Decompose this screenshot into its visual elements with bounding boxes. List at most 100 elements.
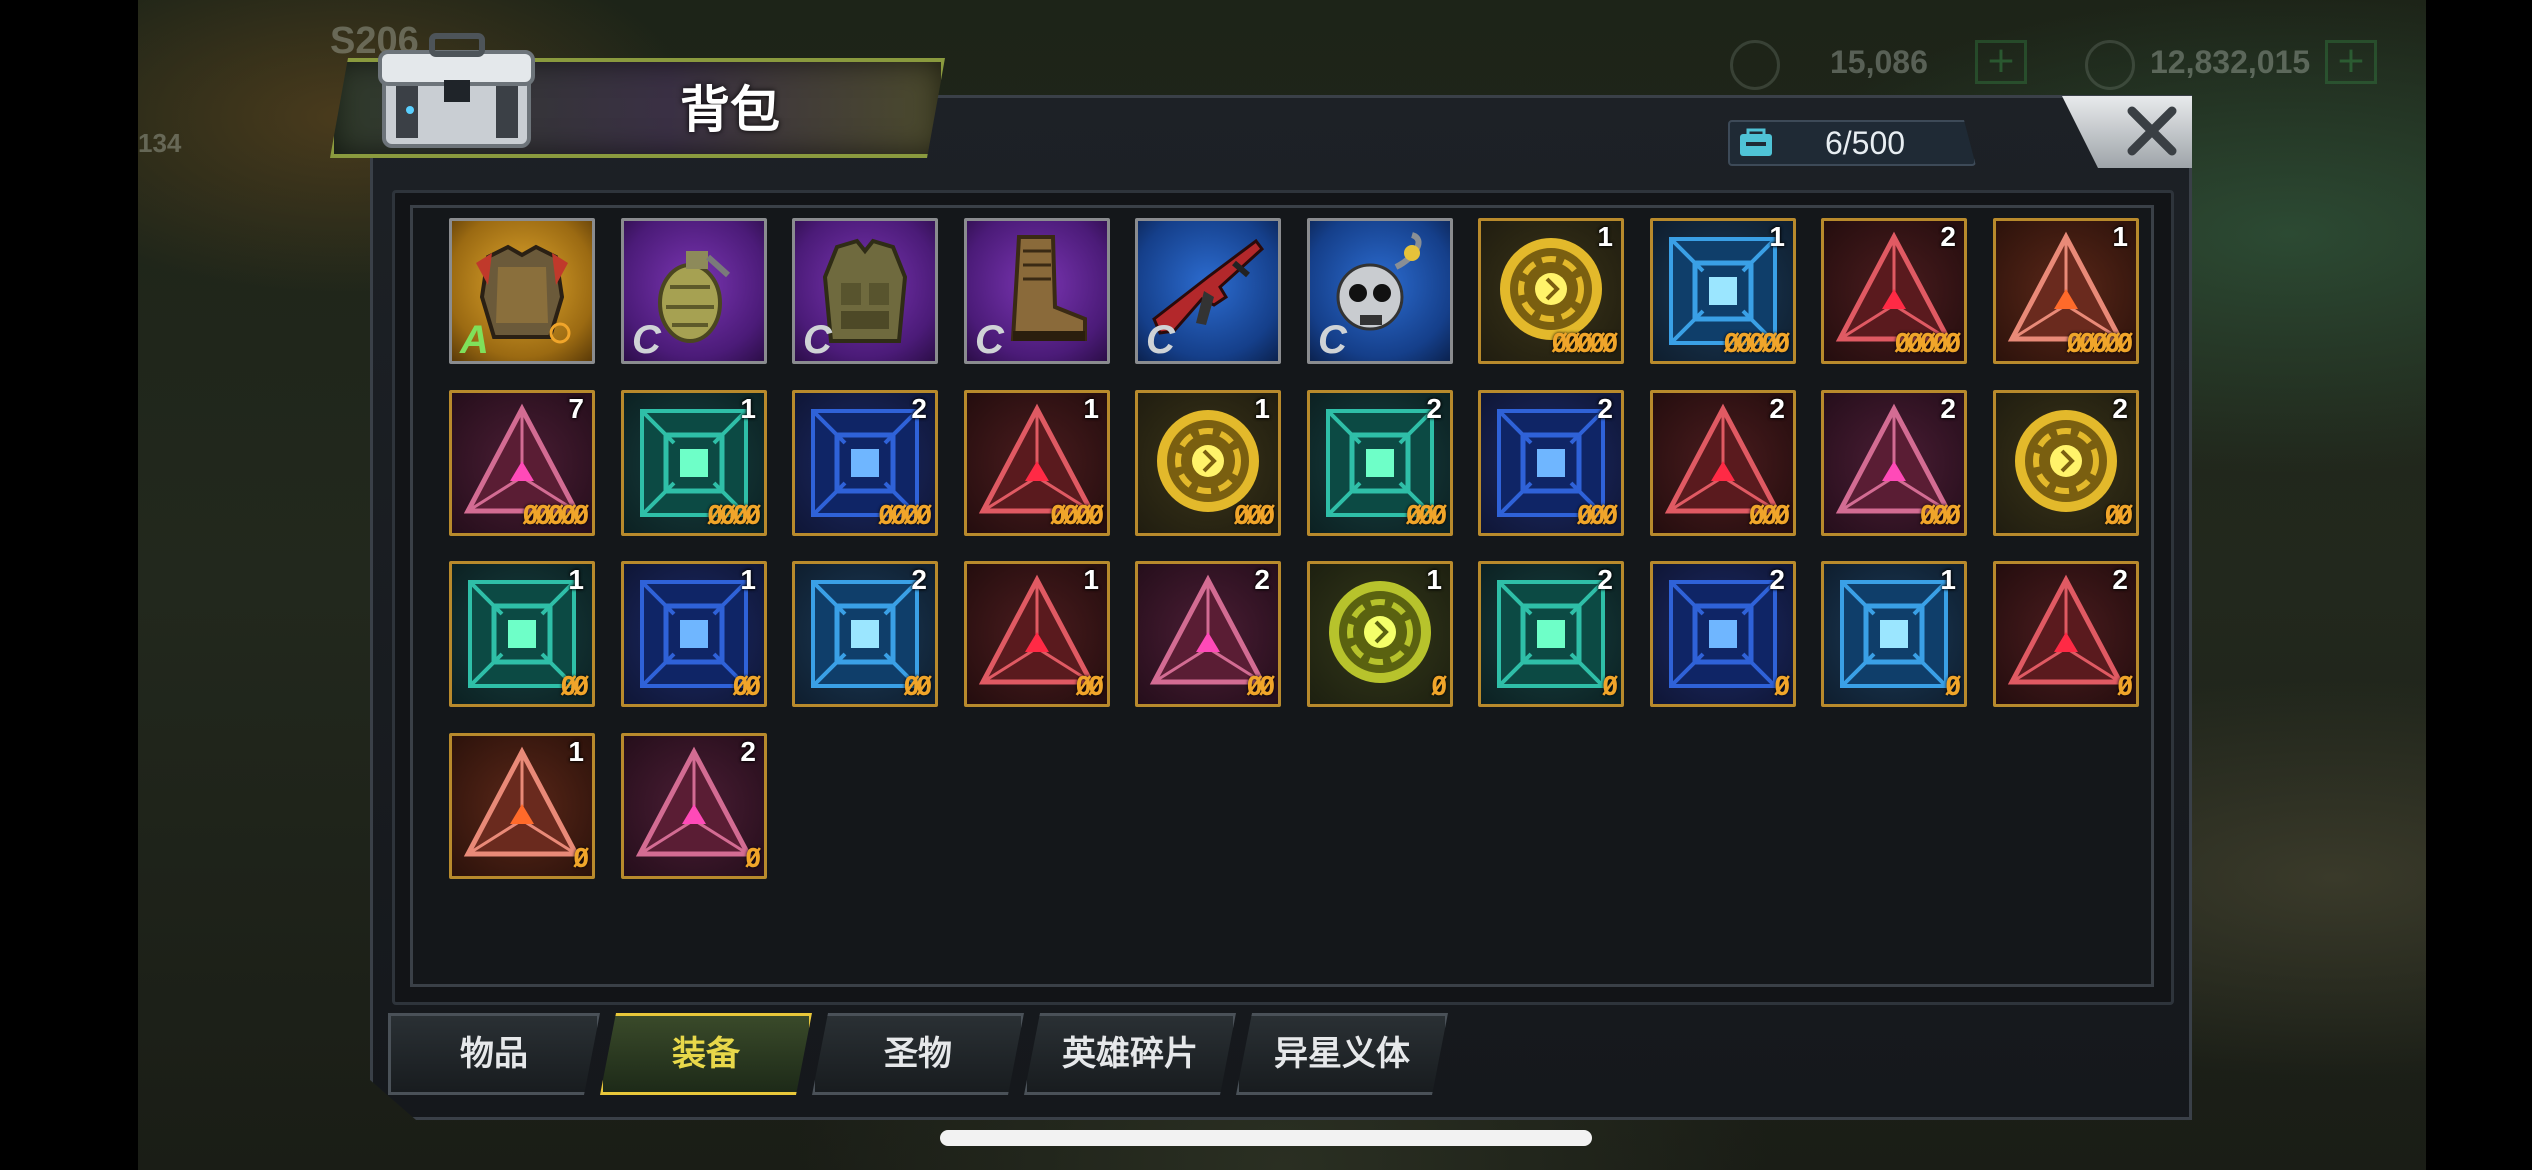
teal-chip-icon [1487, 570, 1615, 698]
item-count: 1 [568, 736, 584, 767]
tab-relics[interactable]: 圣物 [812, 1013, 1024, 1095]
item-count: 2 [2112, 393, 2128, 424]
item-count: 1 [1083, 564, 1099, 595]
item-slot[interactable]: 2 ØØØ [1307, 390, 1453, 536]
item-count: 2 [1597, 393, 1613, 424]
item-count: 2 [911, 564, 927, 595]
star-rating: ØØ [903, 672, 932, 702]
tab-equipment[interactable]: 装备 [600, 1013, 812, 1095]
item-count: 2 [1254, 564, 1270, 595]
item-count: 1 [1254, 393, 1270, 424]
item-slot[interactable]: 1 ØØØØØ [1650, 218, 1796, 364]
item-count: 2 [740, 736, 756, 767]
star-rating: ØØØØ [878, 501, 932, 531]
item-count: 2 [1940, 393, 1956, 424]
item-slot[interactable]: 1Ø [1307, 561, 1453, 707]
star-rating: ØØØØØ [522, 501, 589, 531]
star-rating: Ø [1602, 672, 1618, 702]
item-slot[interactable]: 2 ØØ [1993, 390, 2139, 536]
grade-badge: C [632, 318, 661, 362]
item-slot[interactable]: 2 ØØØ [1650, 390, 1796, 536]
item-count: 2 [1597, 564, 1613, 595]
item-slot[interactable]: 2 ØØØ [1478, 390, 1624, 536]
item-slot[interactable]: C [621, 218, 767, 364]
item-slot[interactable]: 2Ø [621, 733, 767, 879]
star-rating: ØØ [1246, 672, 1275, 702]
item-count: 2 [1426, 393, 1442, 424]
blue-chip-icon [1830, 570, 1958, 698]
item-count: 1 [1597, 221, 1613, 252]
item-slot[interactable]: 2 ØØ [792, 561, 938, 707]
item-slot[interactable]: 1 ØØØØ [964, 390, 1110, 536]
tab-hero-fragments[interactable]: 英雄碎片 [1024, 1013, 1236, 1095]
item-slot[interactable]: 1 ØØ [449, 561, 595, 707]
star-rating: ØØ [732, 672, 761, 702]
item-count: 1 [1426, 564, 1442, 595]
star-rating: ØØ [560, 672, 589, 702]
star-rating: ØØØ [1920, 501, 1961, 531]
item-count: 2 [2112, 564, 2128, 595]
tab-items[interactable]: 物品 [388, 1013, 600, 1095]
grade-badge: C [803, 318, 832, 362]
home-indicator[interactable] [940, 1130, 1592, 1146]
item-slot[interactable]: 2Ø [1650, 561, 1796, 707]
item-count: 1 [2112, 221, 2128, 252]
item-slot[interactable]: 1 ØØØØØ [1478, 218, 1624, 364]
bag-capacity-icon [1740, 128, 1772, 156]
star-rating: ØØØØØ [1723, 329, 1790, 359]
resource-2-value: 12,832,015 [2150, 44, 2311, 80]
item-count: 7 [568, 393, 584, 424]
item-count: 2 [1769, 564, 1785, 595]
tab-alien-implants[interactable]: 异星义体 [1236, 1013, 1448, 1095]
resource-1-add-icon: + [1975, 40, 2027, 84]
star-rating: ØØØØØ [1551, 329, 1618, 359]
grade-badge: C [1146, 318, 1175, 362]
grade-badge: C [1318, 318, 1347, 362]
item-slot[interactable]: C [1307, 218, 1453, 364]
item-slot[interactable]: 2 ØØ [1135, 561, 1281, 707]
item-count: 2 [1940, 221, 1956, 252]
blue-run-chip-icon [1659, 570, 1787, 698]
item-slot[interactable]: C [964, 218, 1110, 364]
item-slot[interactable]: 1Ø [449, 733, 595, 879]
item-slot[interactable]: 1 ØØ [964, 561, 1110, 707]
star-rating: Ø [1945, 672, 1961, 702]
capacity-count: 6/500 [1824, 125, 1906, 161]
star-rating: ØØØ [1749, 501, 1790, 531]
item-count: 1 [568, 564, 584, 595]
item-slot[interactable]: 2 ØØØØ [792, 390, 938, 536]
item-slot[interactable]: 1 ØØ [621, 561, 767, 707]
item-slot[interactable]: 2 ØØØ [1821, 390, 1967, 536]
item-count: 1 [1769, 221, 1785, 252]
item-slot[interactable]: 1 ØØØØØ [1993, 218, 2139, 364]
star-rating: ØØØØ [1050, 501, 1104, 531]
item-slot[interactable]: 7 ØØØØØ [449, 390, 595, 536]
item-slot[interactable]: 2 ØØØØØ [1821, 218, 1967, 364]
resource-2-icon [2085, 40, 2135, 90]
star-rating: ØØØ [1234, 501, 1275, 531]
resource-2-add-icon: + [2325, 40, 2377, 84]
star-rating: Ø [1774, 672, 1790, 702]
item-slot[interactable]: 1 ØØØ [1135, 390, 1281, 536]
resource-1-value: 15,086 [1830, 44, 1928, 80]
item-count: 1 [1083, 393, 1099, 424]
grade-badge: C [975, 318, 1004, 362]
item-slot[interactable]: C [792, 218, 938, 364]
item-count: 1 [740, 564, 756, 595]
item-slot[interactable]: C [1135, 218, 1281, 364]
item-count: 2 [911, 393, 927, 424]
item-slot[interactable]: 2Ø [1478, 561, 1624, 707]
green-chip-icon [1316, 570, 1444, 698]
close-icon[interactable] [2124, 103, 2180, 159]
item-slot[interactable]: 1 ØØØØ [621, 390, 767, 536]
item-slot[interactable]: 1Ø [1821, 561, 1967, 707]
resource-1-icon [1730, 40, 1780, 90]
grade-badge: A [460, 318, 489, 362]
star-rating: ØØØØØ [1894, 329, 1961, 359]
item-slot[interactable]: 2Ø [1993, 561, 2139, 707]
chest-icon [378, 33, 535, 148]
star-rating: ØØ [2104, 501, 2133, 531]
red-chip-icon [2002, 570, 2130, 698]
item-slot[interactable]: A [449, 218, 595, 364]
star-rating: Ø [573, 844, 589, 874]
